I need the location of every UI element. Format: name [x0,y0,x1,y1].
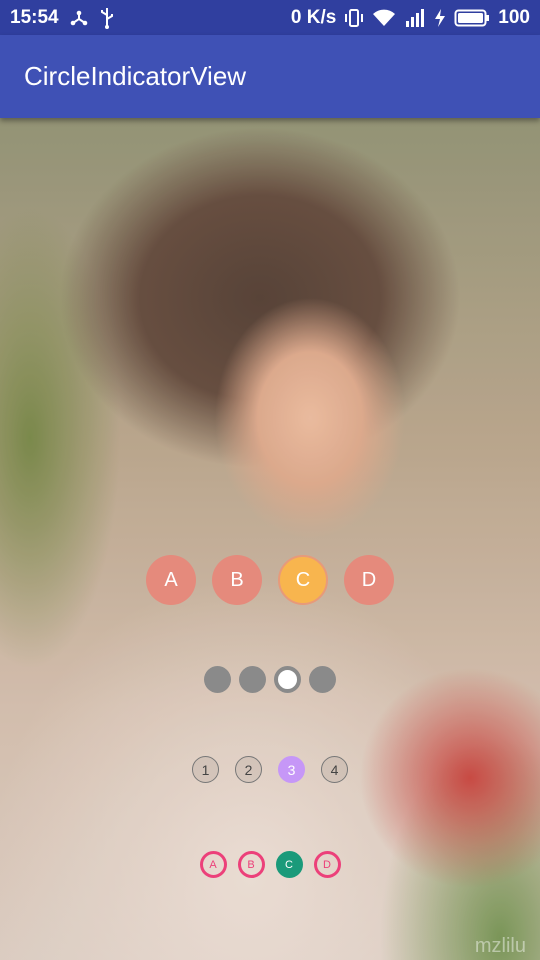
indicator-number-3[interactable]: 3 [278,756,305,783]
charging-icon [434,8,446,28]
indicator-letter-d[interactable]: D [344,555,394,605]
battery-icon [454,8,490,28]
indicator-small-letter-a[interactable]: A [199,851,227,878]
indicator-letter-c[interactable]: C [278,555,328,605]
screen: 15:54 0 K/s 100 CircleIndicatorView mzli… [0,0,540,960]
vibrate-icon [344,8,364,28]
indicator-numbers: 1 2 3 4 [0,756,540,783]
background-photo: mzlilu [0,118,540,960]
usb-icon [99,7,115,29]
indicator-number-4[interactable]: 4 [321,756,348,783]
indicator-letter-a[interactable]: A [146,555,196,605]
network-speed: 0 K/s [290,6,337,28]
indicator-small-letter-d[interactable]: D [313,851,341,878]
indicator-letter-b[interactable]: B [212,555,262,605]
photo-overlay [0,118,540,960]
indicator-letters-small: A B C D [0,851,540,878]
indicator-dot-2[interactable] [239,666,266,693]
indicator-dot-1[interactable] [204,666,231,693]
share-icon [69,8,89,28]
indicator-dots [0,666,540,693]
indicator-small-letter-b[interactable]: B [237,851,265,878]
indicator-letters-large: A B C D [0,555,540,605]
indicator-number-1[interactable]: 1 [192,756,219,783]
wifi-icon [372,8,396,28]
photo-watermark: mzlilu [474,935,526,957]
indicator-number-2[interactable]: 2 [235,756,262,783]
indicator-dot-3[interactable] [274,666,301,693]
app-bar: CircleIndicatorView [0,35,540,118]
indicator-dot-4[interactable] [309,666,336,693]
status-bar: 15:54 0 K/s 100 [0,0,540,35]
status-time: 15:54 [10,6,59,28]
battery-level: 100 [498,6,530,28]
page-title: CircleIndicatorView [24,61,247,91]
indicator-small-letter-c[interactable]: C [275,851,303,878]
signal-3g-icon [404,8,426,28]
